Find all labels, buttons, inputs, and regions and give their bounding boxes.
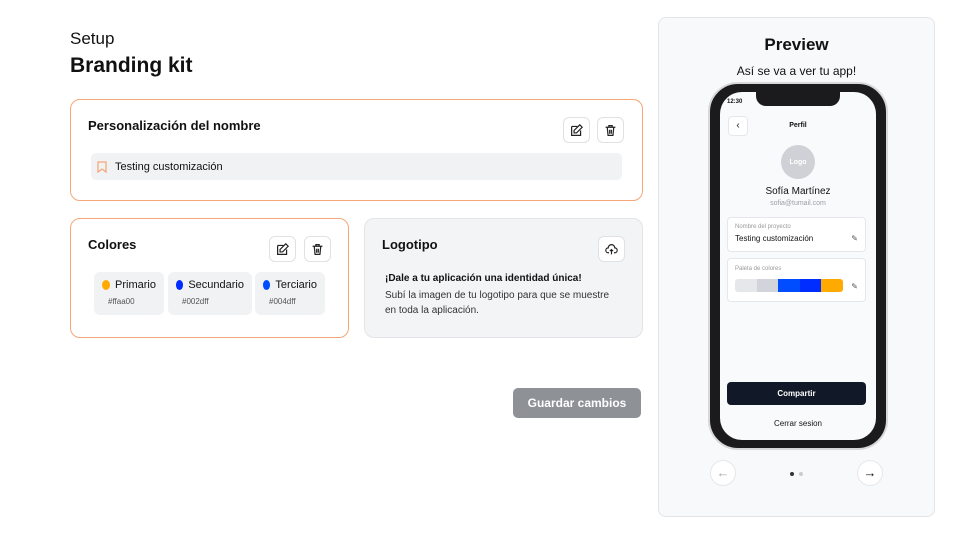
trash-icon xyxy=(605,124,616,136)
logout-link[interactable]: Cerrar sesion xyxy=(720,419,876,428)
edit-icon xyxy=(277,242,289,255)
color-label: Terciario xyxy=(275,279,317,291)
color-chip-tertiary[interactable]: Terciario #004dff xyxy=(255,272,325,315)
preview-subtitle: Así se va a ver tu app! xyxy=(736,64,857,78)
palette-swatch xyxy=(778,279,800,292)
trash-icon xyxy=(312,243,323,255)
user-email: sofia@tumail.com xyxy=(770,200,826,207)
edit-button[interactable] xyxy=(563,117,590,143)
prev-button[interactable]: ← xyxy=(710,460,736,486)
preview-title: Preview xyxy=(764,35,829,54)
page-subtitle: Setup xyxy=(70,29,115,48)
palette-card: Paleta de colores ✎ xyxy=(727,258,866,302)
phone-notch xyxy=(756,92,840,106)
page-title: Branding kit xyxy=(70,54,193,77)
color-chip-primary[interactable]: Primario #ffaa00 xyxy=(94,272,164,315)
palette-swatch xyxy=(821,279,843,292)
delete-button[interactable] xyxy=(597,117,624,143)
preview-panel: Preview Así se va a ver tu app! 12:30 ‹ … xyxy=(658,17,935,517)
edit-icon[interactable]: ✎ xyxy=(851,282,858,291)
colors-card: Colores Primario #ffaa00 Secundario #002df… xyxy=(70,218,349,338)
color-swatch xyxy=(263,280,271,290)
color-hex: #002dff xyxy=(182,297,209,306)
project-label: Nombre del proyecto xyxy=(735,224,791,230)
logo-description: Subí la imagen de tu logotipo para que s… xyxy=(385,290,610,316)
logo-avatar: Logo xyxy=(781,145,815,179)
edit-icon[interactable]: ✎ xyxy=(851,234,858,243)
name-value: Testing customización xyxy=(115,160,223,173)
color-chip-secondary[interactable]: Secundario #002dff xyxy=(168,272,252,315)
color-hex: #ffaa00 xyxy=(108,297,135,306)
palette-label: Paleta de colores xyxy=(735,266,782,272)
screen-title: Perfil xyxy=(789,122,807,129)
next-button[interactable]: → xyxy=(857,460,883,486)
color-swatch xyxy=(176,280,184,290)
palette-swatch xyxy=(756,279,779,292)
page-dot-active[interactable] xyxy=(790,472,794,476)
delete-colors-button[interactable] xyxy=(304,236,331,262)
upload-button[interactable] xyxy=(598,236,625,262)
project-card: Nombre del proyecto Testing customizació… xyxy=(727,217,866,252)
project-value: Testing customización xyxy=(735,234,814,243)
logo-headline: ¡Dale a tu aplicación una identidad únic… xyxy=(385,273,582,284)
color-swatch xyxy=(102,280,111,290)
page-dot[interactable] xyxy=(799,472,803,476)
edit-icon xyxy=(571,123,583,136)
logo-card: Logotipo ¡Dale a tu aplicación una ident… xyxy=(364,218,643,338)
palette-swatch xyxy=(735,279,757,292)
colors-card-title: Colores xyxy=(88,237,137,252)
color-label: Primario xyxy=(115,279,156,291)
name-card-title: Personalización del nombre xyxy=(88,118,261,133)
save-button[interactable]: Guardar cambios xyxy=(513,388,641,418)
bookmark-icon xyxy=(97,160,107,173)
logo-card-title: Logotipo xyxy=(382,237,438,252)
name-field[interactable]: Testing customización xyxy=(91,153,622,180)
edit-colors-button[interactable] xyxy=(269,236,296,262)
color-label: Secundario xyxy=(188,279,244,291)
upload-cloud-icon xyxy=(605,243,618,254)
phone-screen: 12:30 ‹ Perfil Logo Sofía Martínez sofia… xyxy=(720,92,876,440)
user-name: Sofía Martínez xyxy=(765,186,831,197)
palette-swatch xyxy=(799,279,822,292)
share-button[interactable]: Compartir xyxy=(727,382,866,405)
phone-frame: 12:30 ‹ Perfil Logo Sofía Martínez sofia… xyxy=(708,82,888,450)
status-time: 12:30 xyxy=(727,99,743,105)
name-card: Personalización del nombre Testing custo… xyxy=(70,99,643,201)
palette-bar xyxy=(735,279,843,292)
color-hex: #004dff xyxy=(269,297,296,306)
